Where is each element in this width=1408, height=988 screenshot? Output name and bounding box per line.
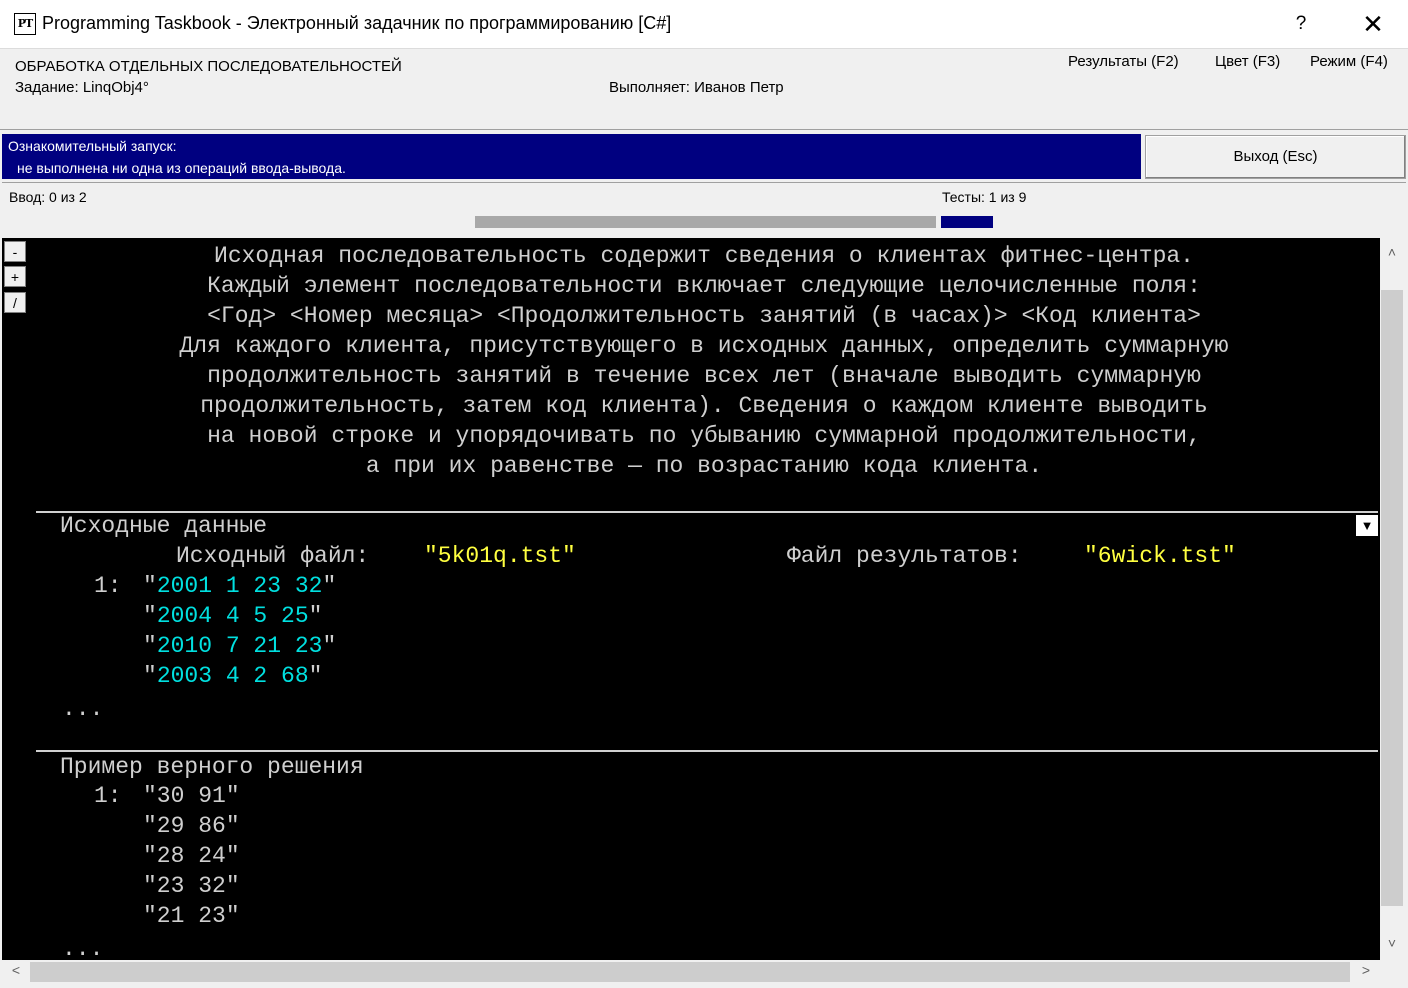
scroll-up-icon[interactable]: ˄ <box>1381 244 1403 264</box>
vertical-scroll-thumb[interactable] <box>1381 290 1403 906</box>
scroll-right-icon[interactable]: > <box>1356 962 1376 982</box>
input-row-value: 2004 4 5 25 <box>156 603 309 629</box>
horizontal-scroll-thumb[interactable] <box>30 962 1350 982</box>
tests-counter: Тесты: 1 из 9 <box>942 189 1027 205</box>
description-line-4: Для каждого клиента, присутствующего в и… <box>179 333 1229 359</box>
description-line-5: продолжительность занятий в течение всех… <box>207 363 1201 389</box>
tests-progress-indicator <box>941 216 993 228</box>
input-row-value: 2001 1 23 32 <box>156 573 323 599</box>
input-row: "2001 1 23 32" <box>143 573 337 599</box>
result-file-name: "6wick.tst" <box>1084 543 1236 569</box>
source-file-label: Исходный файл: <box>176 543 384 569</box>
app-logo-icon: PT <box>14 13 36 35</box>
input-row-value: 2010 7 21 23 <box>156 633 323 659</box>
scroll-left-icon[interactable]: < <box>6 962 26 982</box>
input-row-index: 1: <box>94 573 122 599</box>
window-title: Programming Taskbook - Электронный задач… <box>42 13 672 33</box>
sample-row: "30 91" <box>143 783 240 809</box>
color-menu-item[interactable]: Цвет (F3) <box>1215 53 1280 70</box>
description-line-7: на новой строке и упорядочивать по убыва… <box>207 423 1201 449</box>
task-group-title: ОБРАБОТКА ОТДЕЛЬНЫХ ПОСЛЕДОВАТЕЛЬНОСТЕЙ <box>15 58 402 75</box>
description-line-2: Каждый элемент последовательности включа… <box>207 273 1201 299</box>
description-line-1: Исходная последовательность содержит све… <box>214 243 1194 269</box>
sample-section-title: Пример верного решения <box>60 754 364 780</box>
input-ellipsis: ... <box>62 696 104 722</box>
task-name: Задание: LinqObj4° <box>15 79 149 96</box>
status-line-1: Ознакомительный запуск: <box>8 138 177 154</box>
input-section-title: Исходные данные <box>60 513 268 539</box>
mode-menu-item[interactable]: Режим (F4) <box>1310 53 1388 70</box>
close-button[interactable]: ✕ <box>1356 8 1390 40</box>
result-file-label: Файл результатов: <box>787 543 1036 569</box>
scroll-down-icon[interactable]: ˅ <box>1381 935 1403 955</box>
input-counter: Ввод: 0 из 2 <box>9 189 87 205</box>
help-button[interactable]: ? <box>1286 10 1316 38</box>
progress-track <box>475 216 936 228</box>
sample-row: "28 24" <box>143 843 240 869</box>
io-panel <box>2 182 1406 237</box>
input-row: "2010 7 21 23" <box>143 633 337 659</box>
description-line-6: продолжительность, затем код клиента). С… <box>200 393 1208 419</box>
results-menu-item[interactable]: Результаты (F2) <box>1068 53 1179 70</box>
input-row: "2004 4 5 25" <box>143 603 323 629</box>
sample-row: "29 86" <box>143 813 240 839</box>
performer-name: Выполняет: Иванов Петр <box>609 79 784 96</box>
sample-row: "23 32" <box>143 873 240 899</box>
dropdown-arrow-icon[interactable]: ▼ <box>1356 515 1378 536</box>
input-row-value: 2003 4 2 68 <box>156 663 309 689</box>
sample-row: "21 23" <box>143 903 240 929</box>
source-file-name: "5k01q.tst" <box>424 543 576 569</box>
exit-button[interactable]: Выход (Esc) <box>1145 135 1406 179</box>
description-line-3: <Год> <Номер месяца> <Продолжительность … <box>207 303 1201 329</box>
input-row: "2003 4 2 68" <box>143 663 323 689</box>
status-line-2: не выполнена ни одна из операций ввода-в… <box>17 160 346 176</box>
sample-row-index: 1: <box>94 783 122 809</box>
description-line-8: а при их равенстве — по возрастанию кода… <box>365 453 1043 479</box>
